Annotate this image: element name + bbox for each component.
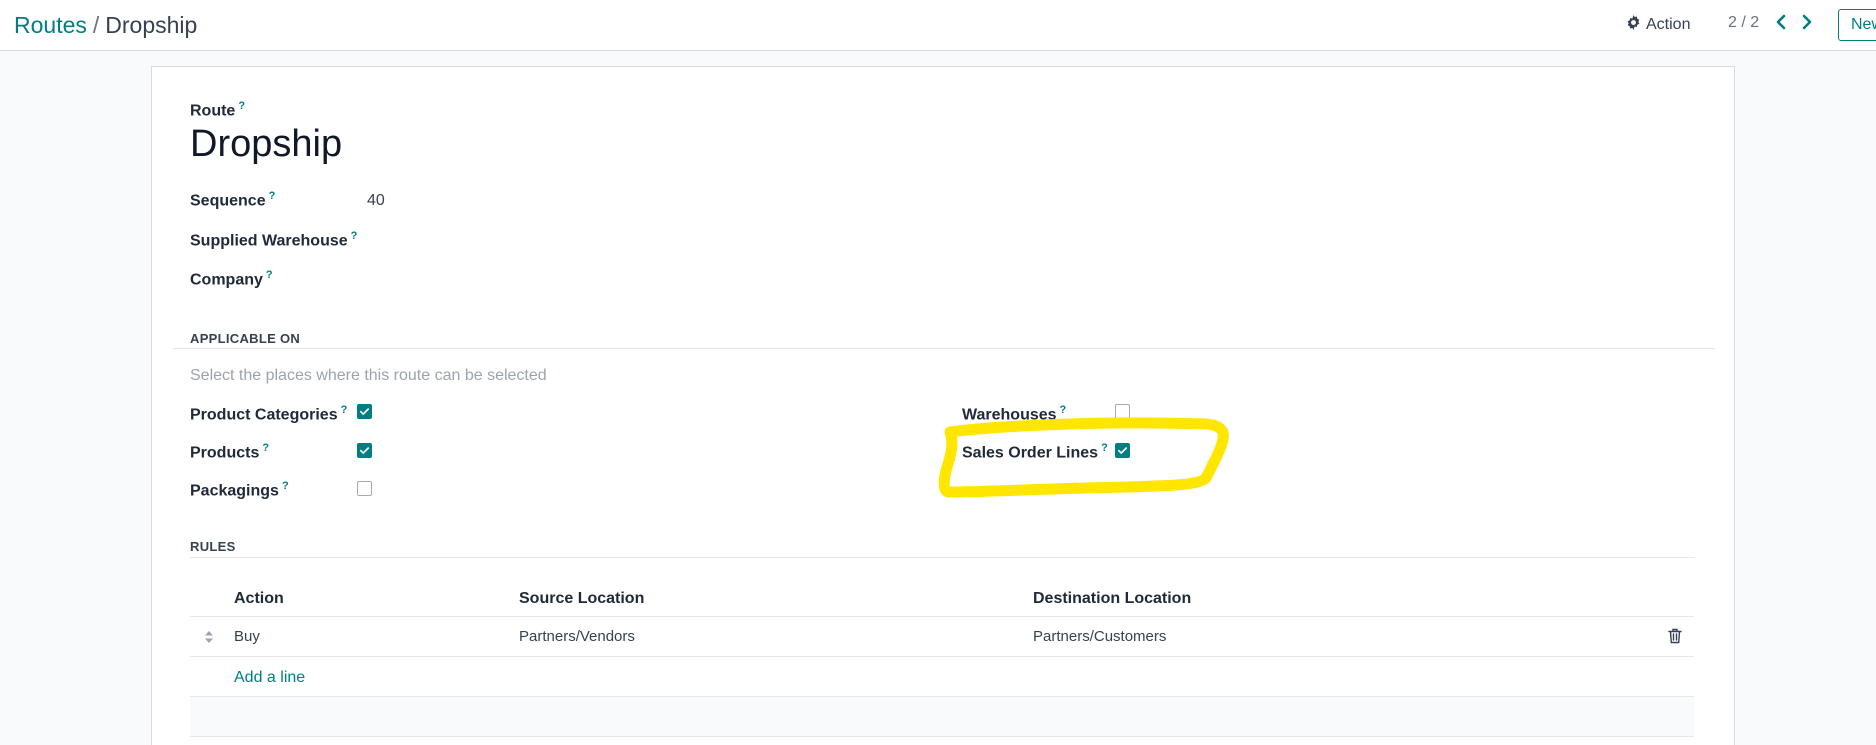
action-menu-button[interactable]: Action (1626, 13, 1690, 37)
supplied-warehouse-help-mark[interactable]: ? (351, 230, 358, 242)
rule-action-cell: Buy (234, 628, 260, 645)
drag-handle-icon[interactable] (204, 630, 214, 649)
action-menu-label: Action (1646, 16, 1691, 33)
breadcrumb-routes-link[interactable]: Routes (14, 12, 87, 38)
chevron-left-icon (1775, 14, 1787, 35)
rules-row-divider (190, 656, 1694, 657)
packagings-help-mark[interactable]: ? (282, 480, 289, 492)
sequence-help-mark[interactable]: ? (269, 190, 276, 202)
rules-bottom-divider (190, 736, 1694, 737)
packagings-label: Packagings? (190, 480, 289, 500)
packagings-checkbox[interactable] (357, 481, 372, 496)
rule-source-cell: Partners/Vendors (519, 628, 635, 645)
company-help-mark[interactable]: ? (266, 269, 273, 281)
column-header-action[interactable]: Action (234, 590, 284, 608)
new-record-button[interactable]: New (1838, 9, 1876, 41)
company-label: Company? (190, 269, 273, 289)
route-name-field[interactable]: Dropship (190, 123, 342, 166)
applicable-on-divider (173, 348, 1715, 349)
products-checkbox[interactable] (357, 443, 372, 458)
pager-value[interactable]: 2 / 2 (1728, 14, 1759, 32)
supplied-warehouse-field[interactable] (367, 225, 767, 251)
rules-divider (190, 557, 1694, 558)
sequence-label: Sequence? (190, 190, 276, 210)
trash-icon[interactable] (1668, 628, 1682, 649)
sequence-field[interactable]: 40 (367, 192, 385, 210)
applicable-on-hint: Select the places where this route can b… (190, 367, 547, 384)
breadcrumb-separator: / (92, 12, 100, 38)
product-categories-checkbox[interactable] (357, 404, 372, 419)
product-categories-help-mark[interactable]: ? (341, 404, 348, 416)
warehouses-checkbox[interactable] (1115, 404, 1130, 419)
sales-order-lines-label: Sales Order Lines? (962, 442, 1108, 462)
add-a-line-link[interactable]: Add a line (234, 669, 305, 687)
breadcrumb: Routes / Dropship (14, 11, 197, 39)
column-header-source-location[interactable]: Source Location (519, 590, 644, 608)
products-label: Products? (190, 442, 270, 462)
rule-destination-cell: Partners/Customers (1033, 628, 1167, 645)
sales-order-lines-help-mark[interactable]: ? (1101, 442, 1108, 454)
products-help-mark[interactable]: ? (262, 442, 269, 454)
applicable-on-title: APPLICABLE ON (190, 331, 301, 346)
supplied-warehouse-label: Supplied Warehouse? (190, 230, 358, 250)
route-help-mark[interactable]: ? (238, 100, 245, 112)
chevron-right-icon (1801, 14, 1813, 35)
warehouses-help-mark[interactable]: ? (1060, 404, 1067, 416)
pager-next-button[interactable] (1798, 13, 1816, 35)
table-row[interactable]: Buy Partners/Vendors Partners/Customers (190, 617, 1694, 656)
company-field[interactable] (367, 264, 767, 290)
column-header-destination-location[interactable]: Destination Location (1033, 590, 1191, 608)
route-label: Route? (190, 100, 246, 120)
pager-previous-button[interactable] (1772, 13, 1790, 35)
breadcrumb-current: Dropship (105, 12, 198, 38)
control-panel: Routes/Dropship Action 2 / 2 New (0, 0, 1876, 51)
product-categories-label: Product Categories? (190, 404, 348, 424)
rules-title: RULES (190, 539, 236, 554)
sales-order-lines-checkbox[interactable] (1115, 443, 1130, 458)
warehouses-label: Warehouses? (962, 404, 1067, 424)
empty-table-row (190, 697, 1694, 736)
gear-icon (1626, 15, 1641, 35)
form-sheet: Route? Dropship Sequence? 40 Supplied Wa… (151, 66, 1735, 745)
